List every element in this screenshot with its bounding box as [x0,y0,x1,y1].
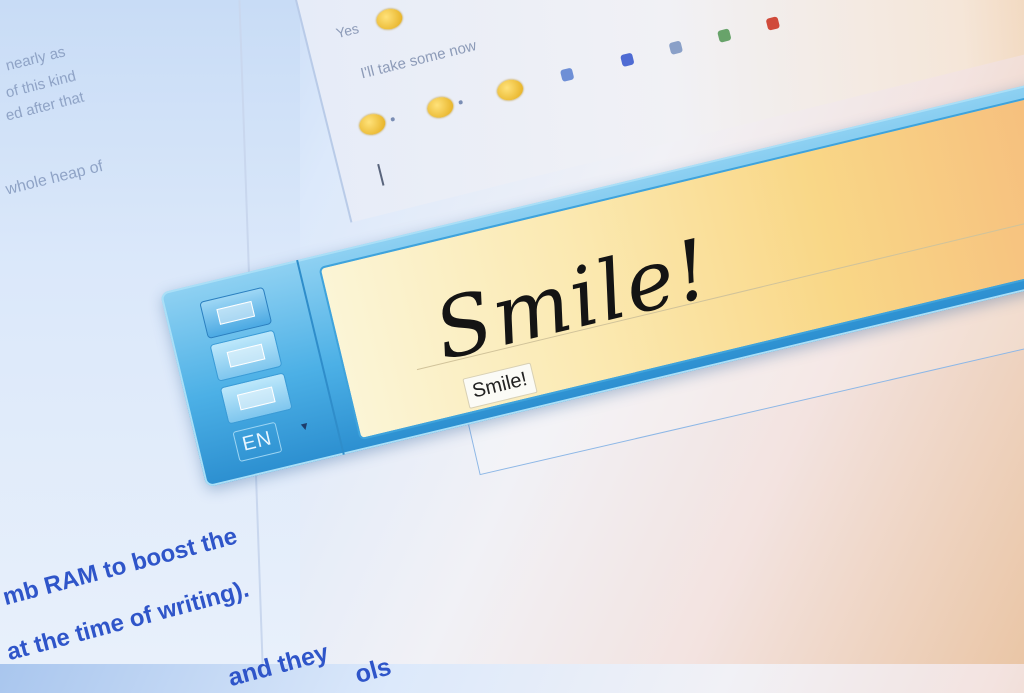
writing-pad-icon [216,300,256,325]
character-pad-mode-button[interactable] [209,329,283,382]
chat-message: I'll take some now [358,37,479,83]
nudge-emoticon-icon[interactable] [495,77,526,103]
handwritten-ink: Smile! [425,221,721,380]
dropdown-dot-icon [458,99,464,105]
writing-pad-mode-button[interactable] [199,286,273,340]
games-icon[interactable] [765,16,781,31]
keyboard-icon [236,386,276,411]
wink-emoticon-icon[interactable] [425,94,456,121]
dropdown-dot-icon [390,116,396,122]
language-selector[interactable]: EN [232,421,283,463]
article-line: ols [352,652,395,690]
voice-clip-icon[interactable] [717,28,732,43]
character-pad-icon [226,343,266,368]
wink-icon[interactable] [559,67,575,83]
text-cursor [377,163,385,186]
chat-message: Yes [334,20,361,42]
background-icon[interactable] [668,40,684,55]
emoticon-picker-icon[interactable] [357,111,388,138]
keyboard-mode-button[interactable] [219,372,293,425]
font-icon[interactable] [620,52,635,68]
chevron-down-icon[interactable]: ▼ [298,420,311,434]
smiley-emoticon-icon [374,6,405,32]
